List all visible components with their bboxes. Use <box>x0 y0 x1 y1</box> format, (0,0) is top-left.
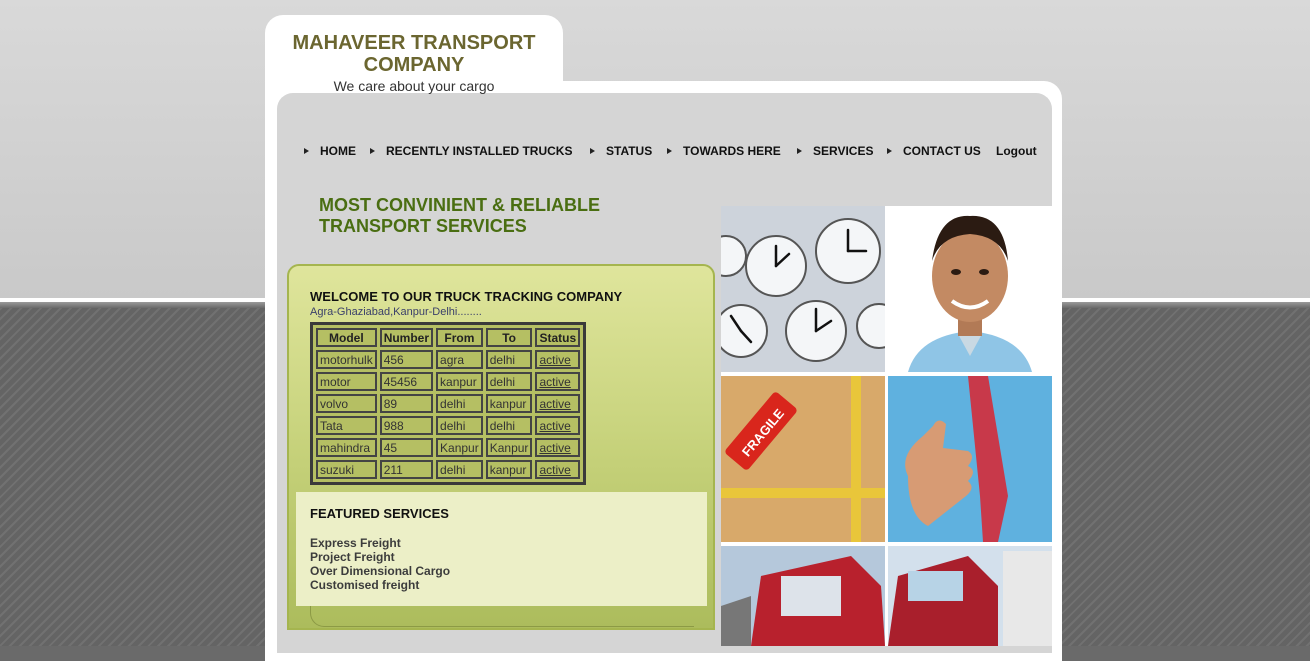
cell-model: Tata <box>316 416 377 435</box>
table-header-row: Model Number From To Status <box>316 328 581 347</box>
nav-label: TOWARDS HERE <box>683 144 781 158</box>
nav-item-towards-here[interactable]: TOWARDS HERE <box>667 143 781 159</box>
cell-status: active <box>535 350 581 369</box>
featured-services-box: FEATURED SERVICES Express Freight Projec… <box>296 492 707 606</box>
truck-illustration <box>888 546 1052 646</box>
featured-services-list: Express Freight Project Freight Over Dim… <box>310 536 450 592</box>
cell-to: kanpur <box>485 394 533 413</box>
fragile-box-illustration: FRAGILE <box>721 376 885 542</box>
status-link[interactable]: active <box>539 463 570 477</box>
cell-status: active <box>535 460 581 479</box>
welcome-title: WELCOME TO OUR TRUCK TRACKING COMPANY <box>310 289 623 304</box>
column-header-model: Model <box>316 328 377 347</box>
truck-illustration <box>721 546 885 646</box>
bullet-arrow-icon <box>590 147 595 154</box>
nav-label: HOME <box>320 144 356 158</box>
brand-tagline: We care about your cargo <box>333 78 495 94</box>
route-text: Agra-Ghaziabad,Kanpur-Delhi........ <box>310 306 482 318</box>
cell-number: 988 <box>379 416 434 435</box>
cell-from: delhi <box>436 394 483 413</box>
bullet-arrow-icon <box>370 147 375 154</box>
panel-decoration <box>310 606 694 627</box>
hero-title-line-1: MOST CONVINIENT & RELIABLE <box>319 195 601 215</box>
man-portrait-photo <box>888 206 1052 372</box>
hero-title: MOST CONVINIENT & RELIABLE TRANSPORT SER… <box>319 195 600 237</box>
hero-title-line-2: TRANSPORT SERVICES <box>319 216 527 236</box>
cell-number: 45 <box>379 438 434 457</box>
red-truck-photo <box>888 546 1052 646</box>
cell-to: delhi <box>485 416 533 435</box>
logout-link[interactable]: Logout <box>996 143 1037 159</box>
status-link[interactable]: active <box>539 419 570 433</box>
bullet-arrow-icon <box>667 147 672 154</box>
brand-title: MAHAVEER TRANSPORT COMPANY <box>292 32 536 76</box>
cell-from: Kanpur <box>436 438 483 457</box>
table-row: suzuki 211 delhi kanpur active <box>316 460 581 479</box>
cell-from: agra <box>436 350 483 369</box>
table-row: motor 45456 kanpur delhi active <box>316 372 581 391</box>
cell-from: delhi <box>436 416 483 435</box>
table-row: mahindra 45 Kanpur Kanpur active <box>316 438 581 457</box>
bullet-arrow-icon <box>887 147 892 154</box>
cell-model: volvo <box>316 394 377 413</box>
nav-item-status[interactable]: STATUS <box>590 143 652 159</box>
cell-from: kanpur <box>436 372 483 391</box>
red-truck-photo <box>721 546 885 646</box>
fragile-box-photo: FRAGILE <box>721 376 885 542</box>
cell-status: active <box>535 438 581 457</box>
nav-item-home[interactable]: HOME <box>304 143 356 159</box>
cell-status: active <box>535 416 581 435</box>
cell-from: delhi <box>436 460 483 479</box>
cell-to: kanpur <box>485 460 533 479</box>
cell-to: delhi <box>485 372 533 391</box>
cell-number: 45456 <box>379 372 434 391</box>
cell-to: Kanpur <box>485 438 533 457</box>
list-item: Customised freight <box>310 578 420 592</box>
nav-item-services[interactable]: SERVICES <box>797 143 873 159</box>
status-link[interactable]: active <box>539 375 570 389</box>
table-row: volvo 89 delhi kanpur active <box>316 394 581 413</box>
clocks-photo <box>721 206 885 372</box>
status-link[interactable]: active <box>539 353 570 367</box>
list-item: Express Freight <box>310 536 401 550</box>
cell-status: active <box>535 394 581 413</box>
cell-status: active <box>535 372 581 391</box>
nav-item-recently-installed-trucks[interactable]: RECENTLY INSTALLED TRUCKS <box>370 143 572 159</box>
photo-collage: FRAGILE <box>721 206 1052 646</box>
cell-to: delhi <box>485 350 533 369</box>
cell-model: motor <box>316 372 377 391</box>
list-item: Project Freight <box>310 550 395 564</box>
thumbs-up-photo <box>888 376 1052 542</box>
column-header-number: Number <box>379 328 434 347</box>
thumbs-up-illustration <box>888 376 1052 542</box>
nav-label: SERVICES <box>813 144 874 158</box>
clocks-illustration <box>721 206 885 372</box>
nav-label: CONTACT US <box>903 144 981 158</box>
bullet-arrow-icon <box>797 147 802 154</box>
table-row: Tata 988 delhi delhi active <box>316 416 581 435</box>
featured-services-title: FEATURED SERVICES <box>310 506 449 521</box>
cell-number: 456 <box>379 350 434 369</box>
column-header-to: To <box>485 328 533 347</box>
column-header-from: From <box>436 328 483 347</box>
bullet-arrow-icon <box>304 147 309 154</box>
cell-model: suzuki <box>316 460 377 479</box>
column-header-status: Status <box>535 328 581 347</box>
nav-label: STATUS <box>606 144 653 158</box>
list-item: Over Dimensional Cargo <box>310 564 451 578</box>
table-row: motorhulk 456 agra delhi active <box>316 350 581 369</box>
nav-label: RECENTLY INSTALLED TRUCKS <box>386 144 573 158</box>
cell-model: mahindra <box>316 438 377 457</box>
nav-item-contact-us[interactable]: CONTACT US <box>887 143 981 159</box>
cell-number: 211 <box>379 460 434 479</box>
truck-status-table: Model Number From To Status motorhulk 45… <box>310 322 587 485</box>
main-nav: HOME RECENTLY INSTALLED TRUCKS STATUS TO… <box>0 143 1310 161</box>
status-link[interactable]: active <box>539 397 570 411</box>
cell-number: 89 <box>379 394 434 413</box>
cell-model: motorhulk <box>316 350 377 369</box>
status-link[interactable]: active <box>539 441 570 455</box>
man-illustration <box>888 206 1052 372</box>
